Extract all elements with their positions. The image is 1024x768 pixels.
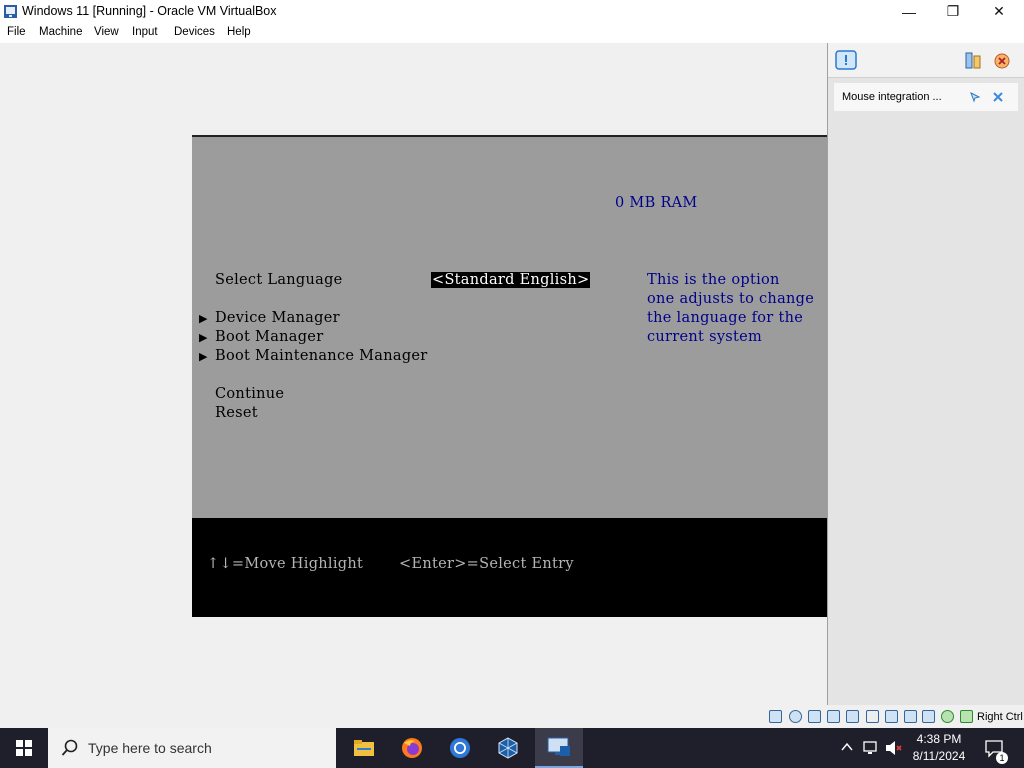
select-language-label[interactable]: Select Language xyxy=(215,272,343,288)
mouse-integration-notification[interactable]: Mouse integration ... xyxy=(834,83,1018,111)
bios-setup-screen[interactable]: 0 MB RAM Select Language <Standard Engli… xyxy=(192,135,828,617)
notification-center-panel: Mouse integration ... xyxy=(827,43,1024,705)
close-notification-icon[interactable] xyxy=(992,91,1004,103)
network-adapter-icon[interactable] xyxy=(827,710,840,723)
firefox-icon xyxy=(402,738,422,758)
notification-panel-header xyxy=(828,43,1024,78)
recording-icon[interactable] xyxy=(904,710,917,723)
mouse-pointer-icon xyxy=(970,91,981,103)
vm-status-bar: Right Ctrl xyxy=(0,705,1024,728)
menu-input[interactable]: Input xyxy=(132,26,158,38)
optical-drive-icon[interactable] xyxy=(789,710,802,723)
show-hidden-icons-chevron-icon[interactable] xyxy=(841,742,853,752)
ram-label: 0 MB RAM xyxy=(615,195,698,211)
cpu-icon[interactable] xyxy=(922,710,935,723)
title-bar: Windows 11 [Running] - Oracle VM Virtual… xyxy=(0,0,1024,23)
host-key-label: Right Ctrl xyxy=(977,711,1023,723)
clock-time[interactable]: 4:38 PM xyxy=(914,732,964,746)
notification-count-badge: 1 xyxy=(996,752,1008,764)
device-manager-item[interactable]: Device Manager xyxy=(215,310,340,326)
menu-devices[interactable]: Devices xyxy=(174,26,215,38)
boot-maintenance-manager-item[interactable]: Boot Maintenance Manager xyxy=(215,348,428,364)
firefox-button[interactable] xyxy=(388,728,436,768)
network-status-icon[interactable] xyxy=(863,740,879,756)
virtualbox-icon xyxy=(498,737,518,759)
chrome-button[interactable] xyxy=(436,728,484,768)
volume-muted-icon[interactable] xyxy=(885,740,903,756)
mouse-integration-icon[interactable] xyxy=(960,710,973,723)
menu-view[interactable]: View xyxy=(94,26,119,38)
help-text-line-2: one adjusts to change xyxy=(647,291,815,307)
hard-disk-icon[interactable] xyxy=(769,710,782,723)
bios-footer: ↑↓=Move Highlight <Enter>=Select Entry xyxy=(192,518,828,617)
footer-enter-hint: <Enter>=Select Entry xyxy=(399,556,574,572)
virtualbox-vm-window-button[interactable] xyxy=(535,728,583,768)
reset-item[interactable]: Reset xyxy=(215,405,258,421)
file-explorer-icon xyxy=(354,740,374,756)
shared-folders-icon[interactable] xyxy=(866,710,879,723)
file-explorer-button[interactable] xyxy=(340,728,388,768)
clock-date[interactable]: 8/11/2024 xyxy=(910,749,968,763)
menu-bar: File Machine View Input Devices Help xyxy=(0,23,1024,43)
search-icon xyxy=(61,739,78,756)
select-language-value[interactable]: <Standard English> xyxy=(431,272,591,288)
submenu-arrow-icon: ▶ xyxy=(199,332,208,344)
menu-file[interactable]: File xyxy=(7,26,26,38)
guest-additions-icon[interactable] xyxy=(941,710,954,723)
taskbar-search-box[interactable]: Type here to search xyxy=(48,728,336,768)
maximize-button[interactable]: ❐ xyxy=(930,0,976,23)
help-text-line-1: This is the option xyxy=(647,272,780,288)
submenu-arrow-icon: ▶ xyxy=(199,351,208,363)
help-text-line-3: the language for the xyxy=(647,310,804,326)
windows-start-icon[interactable] xyxy=(16,740,32,756)
chrome-icon xyxy=(450,738,470,758)
notification-center-icon[interactable] xyxy=(835,50,857,70)
search-placeholder: Type here to search xyxy=(88,740,212,756)
virtualbox-vm-icon xyxy=(547,737,570,756)
virtualbox-app-icon xyxy=(4,5,17,18)
submenu-arrow-icon: ▶ xyxy=(199,313,208,325)
audio-icon[interactable] xyxy=(808,710,821,723)
boot-manager-item[interactable]: Boot Manager xyxy=(215,329,323,345)
usb-icon[interactable] xyxy=(846,710,859,723)
virtualbox-manager-button[interactable] xyxy=(484,728,532,768)
menu-machine[interactable]: Machine xyxy=(39,26,82,38)
continue-item[interactable]: Continue xyxy=(215,386,284,402)
help-text-line-4: current system xyxy=(647,329,763,345)
windows-taskbar: Type here to search 4:38 PM 8/11/2024 1 xyxy=(0,728,1024,768)
window-title: Windows 11 [Running] - Oracle VM Virtual… xyxy=(22,4,277,18)
display-icon[interactable] xyxy=(885,710,898,723)
minimize-button[interactable]: — xyxy=(886,0,932,23)
close-button[interactable]: ✕ xyxy=(976,0,1022,23)
menu-help[interactable]: Help xyxy=(227,26,251,38)
dismiss-all-icon[interactable] xyxy=(993,52,1011,69)
notification-text: Mouse integration ... xyxy=(842,91,942,103)
footer-move-hint: ↑↓=Move Highlight xyxy=(207,556,364,572)
network-icon[interactable] xyxy=(965,52,983,69)
